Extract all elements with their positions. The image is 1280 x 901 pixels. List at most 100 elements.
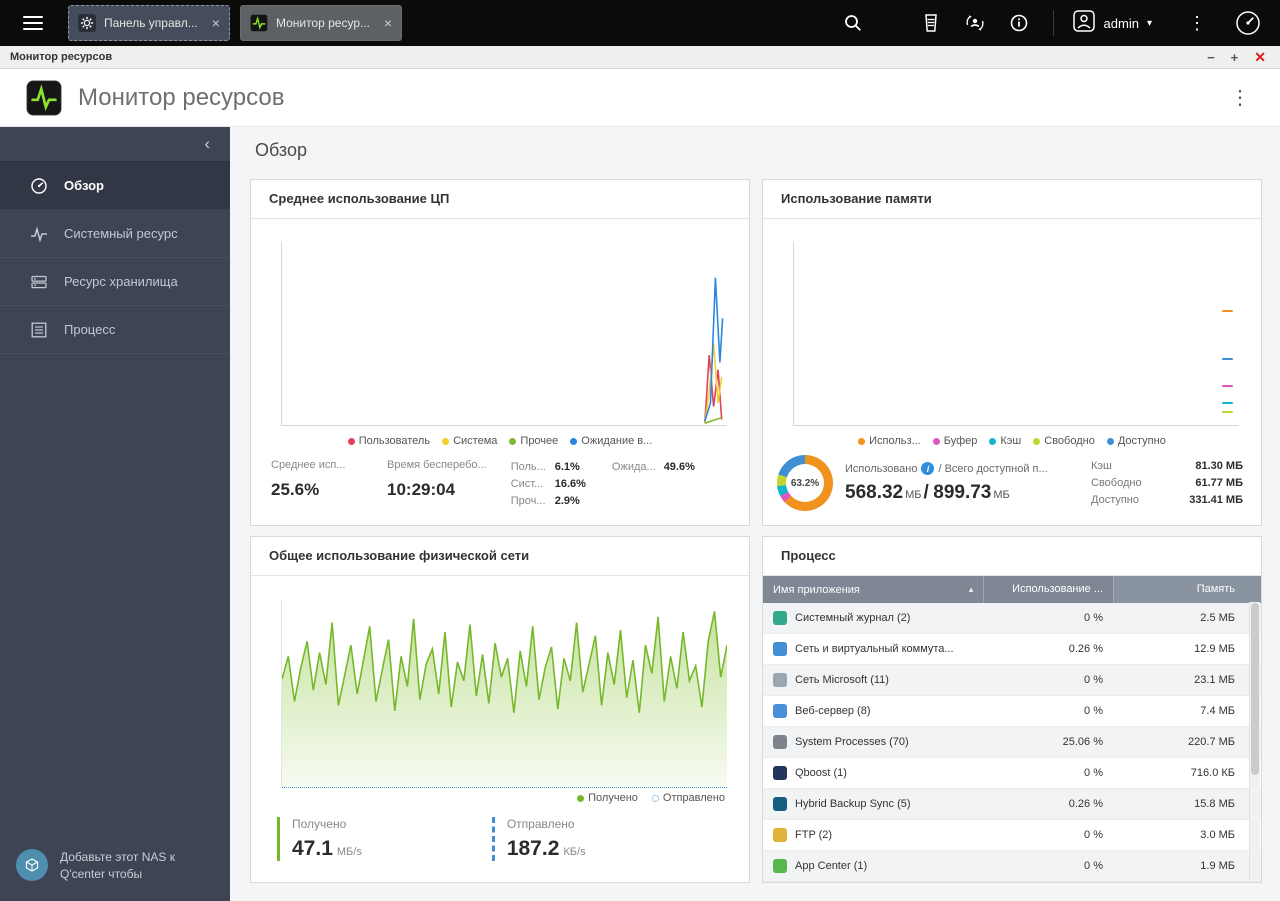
legend-item: Отправлено	[652, 792, 725, 804]
column-cpu-usage[interactable]: Использование ...	[983, 576, 1113, 603]
column-memory[interactable]: Память	[1113, 576, 1261, 603]
table-row[interactable]: Hybrid Backup Sync (5)0.26 %15.8 МБ	[763, 789, 1261, 820]
process-name: App Center (1)	[795, 860, 867, 872]
close-icon[interactable]: ✕	[1254, 51, 1266, 64]
scrollbar[interactable]	[1249, 602, 1260, 880]
legend-dot	[570, 438, 577, 445]
tab-control-panel[interactable]: Панель управл... ×	[68, 5, 230, 41]
resource-monitor-icon	[250, 14, 268, 32]
qcenter-promo[interactable]: Добавьте этот NAS к Q'center чтобы	[16, 849, 212, 883]
minimize-icon[interactable]: −	[1207, 51, 1215, 64]
remote-support-icon[interactable]	[953, 0, 997, 46]
process-name: Hybrid Backup Sync (5)	[795, 798, 911, 810]
scrollbar-thumb[interactable]	[1251, 603, 1259, 775]
network-stats: Получено 47.1МБ/s Отправлено 187.2КБ/s	[251, 804, 749, 861]
process-cpu: 0.26 %	[983, 798, 1113, 810]
sidebar-item-process[interactable]: Процесс	[0, 306, 230, 354]
overview-icon	[30, 177, 48, 195]
cpu-stats: Среднее исп... 25.6% Время бесперебо... …	[251, 447, 749, 510]
memory-chart	[793, 241, 1239, 426]
memory-series-marker	[1222, 402, 1233, 404]
legend-dot	[442, 438, 449, 445]
cpu-iowait: Ожида...49.6%	[612, 459, 695, 510]
network-legend: ПолученоОтправлено	[251, 792, 725, 804]
table-row[interactable]: Qboost (1)0 %716.0 КБ	[763, 758, 1261, 789]
process-cpu: 0 %	[983, 767, 1113, 779]
process-icon	[30, 321, 48, 339]
table-row[interactable]: FTP (2)0 %3.0 МБ	[763, 820, 1261, 851]
window-title: Монитор ресурсов	[10, 51, 112, 63]
page-title: Обзор	[255, 140, 307, 161]
system-log-icon	[773, 611, 787, 625]
sidebar-menu: Обзор Системный ресурсРесурс хранилищаПро…	[0, 162, 230, 354]
sidebar-item-label: Обзор	[64, 178, 104, 193]
sidebar-collapse-button[interactable]: ‹	[0, 127, 230, 162]
info-circle-icon[interactable]	[997, 0, 1041, 46]
tab-resource-monitor[interactable]: Монитор ресур... ×	[240, 5, 402, 41]
resource-monitor-app-icon	[26, 80, 62, 116]
memory-series-marker	[1222, 310, 1233, 312]
dashboard-icon[interactable]	[1226, 0, 1270, 46]
main-menu-button[interactable]	[0, 0, 66, 46]
legend-item: Кэш	[989, 435, 1021, 447]
app-title: Монитор ресурсов	[78, 84, 285, 112]
network-usage-panel: Общее использование физической сети Полу…	[250, 536, 750, 883]
sort-asc-icon: ▲	[967, 585, 975, 594]
close-tab-icon[interactable]: ×	[206, 16, 220, 30]
process-cpu: 0.26 %	[983, 643, 1113, 655]
avg-cpu-stat: Среднее исп... 25.6%	[271, 459, 363, 510]
app-more-menu-icon[interactable]: ⋮	[1226, 85, 1254, 110]
system-processes-icon	[773, 735, 787, 749]
topbar-actions: admin ▾ ⋮	[831, 0, 1280, 46]
table-row[interactable]: App Center (1)0 %1.9 МБ	[763, 851, 1261, 882]
chevron-left-icon: ‹	[204, 134, 210, 154]
memory-legend: Использ...БуферКэшСвободноДоступно	[763, 435, 1261, 447]
screen: Панель управл... × Монитор ресур... ×	[0, 0, 1280, 900]
sidebar-item-system-resource[interactable]: Системный ресурс	[0, 210, 230, 258]
cpu-breakdown: Поль...6.1% Сист...16.6% Проч...2.9%	[511, 459, 586, 510]
sidebar-item-overview[interactable]: Обзор	[0, 162, 230, 210]
panel-title: Среднее использование ЦП	[251, 180, 749, 219]
process-name: System Processes (70)	[795, 736, 909, 748]
memory-series-marker	[1222, 411, 1233, 413]
process-memory: 3.0 МБ	[1113, 829, 1261, 841]
app-header: Монитор ресурсов ⋮	[0, 69, 1280, 127]
tab-label: Монитор ресур...	[276, 16, 370, 30]
user-menu[interactable]: admin ▾	[1066, 9, 1158, 38]
close-tab-icon[interactable]: ×	[378, 16, 392, 30]
legend-item: Пользователь	[348, 435, 430, 447]
app-center-icon	[773, 859, 787, 873]
user-icon	[1072, 9, 1096, 38]
tab-label: Панель управл...	[104, 16, 198, 30]
process-cpu: 0 %	[983, 829, 1113, 841]
legend-dot	[348, 438, 355, 445]
table-row[interactable]: Веб-сервер (8)0 %7.4 МБ	[763, 696, 1261, 727]
more-options-icon[interactable]: ⋮	[1182, 0, 1212, 46]
process-memory: 220.7 МБ	[1113, 736, 1261, 748]
search-icon[interactable]	[831, 0, 875, 46]
process-cpu: 0 %	[983, 674, 1113, 686]
column-app-name[interactable]: Имя приложения ▲	[763, 584, 983, 596]
table-row[interactable]: Сеть Microsoft (11)0 %23.1 МБ	[763, 665, 1261, 696]
table-row[interactable]: Сеть и виртуальный коммута...0.26 %12.9 …	[763, 634, 1261, 665]
sidebar-item-storage-resource[interactable]: Ресурс хранилища	[0, 258, 230, 306]
process-cpu: 0 %	[983, 860, 1113, 872]
qboost-icon	[773, 766, 787, 780]
system-resource-icon	[30, 225, 48, 243]
background-tasks-icon[interactable]	[909, 0, 953, 46]
maximize-icon[interactable]: +	[1231, 51, 1239, 64]
legend-dot-dotted	[652, 795, 659, 802]
legend-item: Доступно	[1107, 435, 1166, 447]
table-row[interactable]: Системный журнал (2)0 %2.5 МБ	[763, 603, 1261, 634]
memory-stats: 63.2% Использовано i / Всего доступной п…	[763, 447, 1261, 511]
gear-icon	[78, 14, 96, 32]
info-icon[interactable]: i	[921, 462, 934, 475]
process-cpu: 25.06 %	[983, 736, 1113, 748]
process-memory: 2.5 МБ	[1113, 612, 1261, 624]
memory-donut-chart: 63.2%	[777, 455, 833, 511]
microsoft-networking-icon	[773, 673, 787, 687]
table-row[interactable]: System Processes (70) 25.06 %220.7 МБ	[763, 727, 1261, 758]
legend-item: Прочее	[509, 435, 558, 447]
legend-item: Свободно	[1033, 435, 1095, 447]
open-app-tabs: Панель управл... × Монитор ресур... ×	[68, 5, 402, 41]
